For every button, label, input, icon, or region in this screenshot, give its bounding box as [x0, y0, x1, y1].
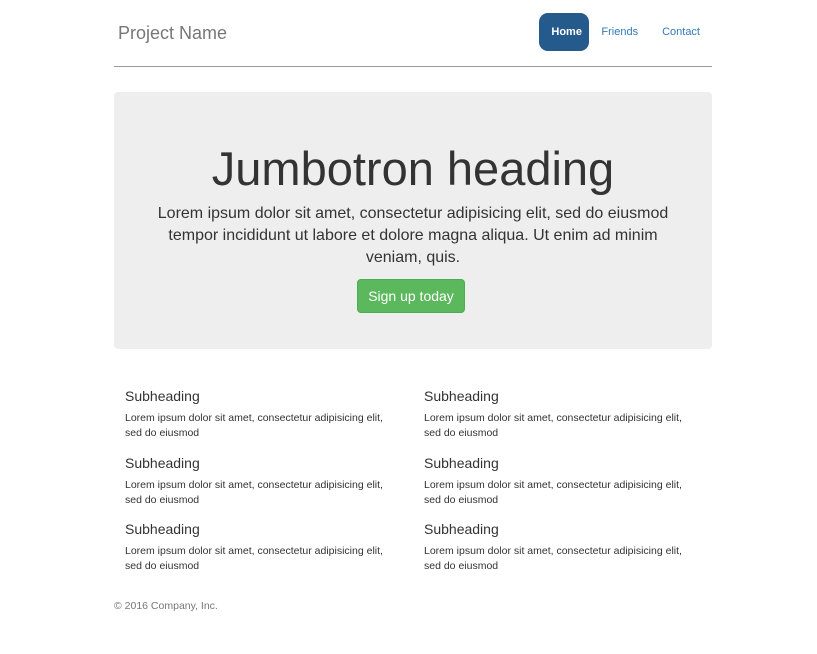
feature-right-2: Subheading Lorem ipsum dolor sit amet, c…	[424, 454, 694, 508]
header: Project Name Home Friends Contact	[114, 0, 712, 67]
nav-contact[interactable]: Contact	[650, 13, 712, 51]
feature-left-3: Subheading Lorem ipsum dolor sit amet, c…	[125, 520, 395, 574]
feature-heading: Subheading	[424, 388, 499, 404]
feature-text: Lorem ipsum dolor sit amet, consectetur …	[125, 412, 383, 439]
feature-text: Lorem ipsum dolor sit amet, consectetur …	[125, 545, 383, 572]
sign-up-button[interactable]: Sign up today	[357, 279, 465, 313]
feature-right-1: Subheading Lorem ipsum dolor sit amet, c…	[424, 387, 694, 441]
jumbotron-heading: Jumbotron heading	[211, 142, 615, 195]
feature-text: Lorem ipsum dolor sit amet, consectetur …	[125, 479, 383, 506]
jumbotron: Jumbotron heading Lorem ipsum dolor sit …	[114, 92, 712, 349]
feature-heading: Subheading	[424, 521, 499, 537]
feature-heading: Subheading	[125, 388, 200, 404]
brand-title: Project Name	[118, 23, 228, 43]
nav-pills: Home Friends Contact	[539, 13, 712, 51]
nav-home[interactable]: Home	[539, 13, 590, 51]
feature-text: Lorem ipsum dolor sit amet, consectetur …	[424, 412, 682, 439]
feature-heading: Subheading	[125, 455, 200, 471]
feature-left-2: Subheading Lorem ipsum dolor sit amet, c…	[125, 454, 395, 508]
feature-heading: Subheading	[424, 455, 499, 471]
feature-right-3: Subheading Lorem ipsum dolor sit amet, c…	[424, 520, 694, 574]
page-container: Project Name Home Friends Contact Jumbot…	[114, 0, 712, 612]
footer-copyright: © 2016 Company, Inc.	[114, 600, 218, 612]
feature-text: Lorem ipsum dolor sit amet, consectetur …	[424, 545, 682, 572]
nav-friends[interactable]: Friends	[589, 13, 650, 51]
feature-text: Lorem ipsum dolor sit amet, consectetur …	[424, 479, 682, 506]
feature-left-1: Subheading Lorem ipsum dolor sit amet, c…	[125, 387, 395, 441]
feature-heading: Subheading	[125, 521, 200, 537]
jumbotron-lead: Lorem ipsum dolor sit amet, consectetur …	[157, 205, 669, 266]
